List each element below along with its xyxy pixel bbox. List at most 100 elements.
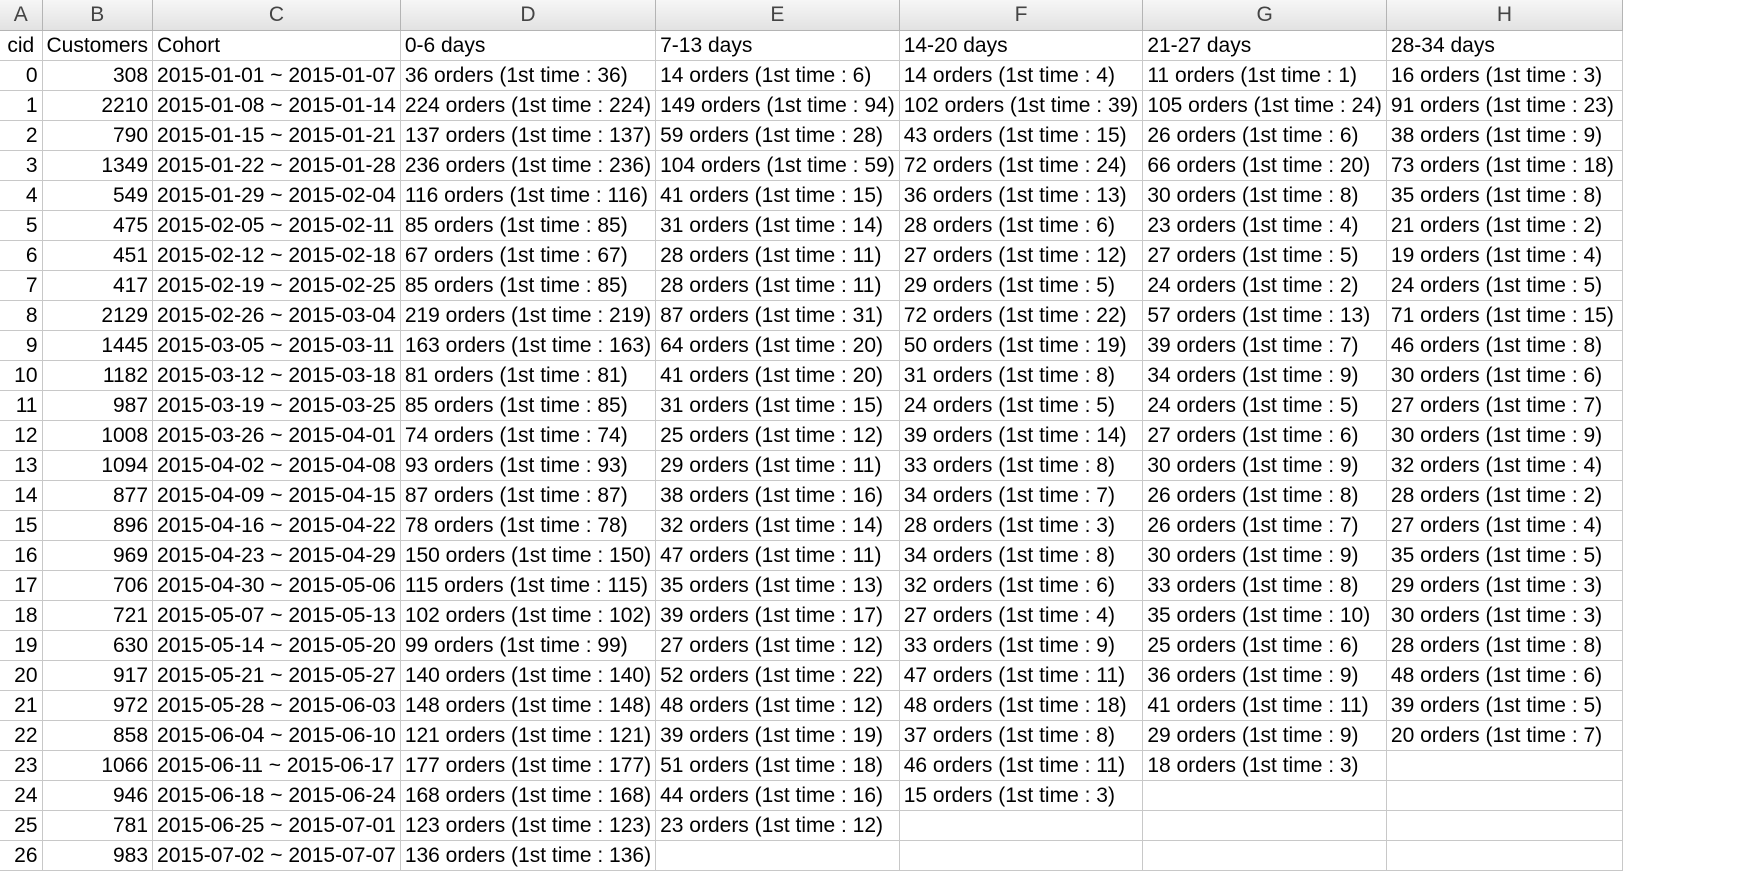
cell-d14-20[interactable] xyxy=(899,840,1144,871)
cell-cohort[interactable]: 2015-04-30 ~ 2015-05-06 xyxy=(152,570,401,601)
cell-d7-13[interactable]: 44 orders (1st time : 16) xyxy=(655,780,900,811)
cell-customers[interactable]: 451 xyxy=(42,240,154,271)
cell-d0-6[interactable]: 116 orders (1st time : 116) xyxy=(400,180,657,211)
cell-cohort[interactable]: 2015-03-26 ~ 2015-04-01 xyxy=(152,420,401,451)
cell-customers[interactable]: 475 xyxy=(42,210,154,241)
cell-d28-34[interactable]: 39 orders (1st time : 5) xyxy=(1386,690,1623,721)
cell-cohort[interactable]: 2015-01-01 ~ 2015-01-07 xyxy=(152,60,401,91)
cell-d21-27[interactable]: 18 orders (1st time : 3) xyxy=(1142,750,1387,781)
cell-d0-6[interactable]: 224 orders (1st time : 224) xyxy=(400,90,657,121)
cell-customers[interactable]: 972 xyxy=(42,690,154,721)
cell-cohort[interactable]: 2015-04-02 ~ 2015-04-08 xyxy=(152,450,401,481)
cell-d7-13[interactable]: 32 orders (1st time : 14) xyxy=(655,510,900,541)
header-cell-cohort[interactable]: Cohort xyxy=(152,30,401,61)
cell-d14-20[interactable]: 43 orders (1st time : 15) xyxy=(899,120,1144,151)
cell-d28-34[interactable]: 24 orders (1st time : 5) xyxy=(1386,270,1623,301)
cell-customers[interactable]: 1094 xyxy=(42,450,154,481)
cell-d21-27[interactable]: 34 orders (1st time : 9) xyxy=(1142,360,1387,391)
cell-d28-34[interactable] xyxy=(1386,810,1623,841)
cell-customers[interactable]: 308 xyxy=(42,60,154,91)
column-header-e[interactable]: E xyxy=(655,0,900,31)
cell-d0-6[interactable]: 140 orders (1st time : 140) xyxy=(400,660,657,691)
cell-d7-13[interactable]: 52 orders (1st time : 22) xyxy=(655,660,900,691)
cell-d0-6[interactable]: 115 orders (1st time : 115) xyxy=(400,570,657,601)
cell-d14-20[interactable]: 28 orders (1st time : 3) xyxy=(899,510,1144,541)
cell-d0-6[interactable]: 163 orders (1st time : 163) xyxy=(400,330,657,361)
cell-d14-20[interactable]: 48 orders (1st time : 18) xyxy=(899,690,1144,721)
cell-d14-20[interactable]: 14 orders (1st time : 4) xyxy=(899,60,1144,91)
header-cell-7-13-days[interactable]: 7-13 days xyxy=(655,30,900,61)
cell-d0-6[interactable]: 148 orders (1st time : 148) xyxy=(400,690,657,721)
cell-customers[interactable]: 858 xyxy=(42,720,154,751)
cell-d21-27[interactable]: 57 orders (1st time : 13) xyxy=(1142,300,1387,331)
cell-customers[interactable]: 1066 xyxy=(42,750,154,781)
cell-d0-6[interactable]: 123 orders (1st time : 123) xyxy=(400,810,657,841)
cell-d14-20[interactable]: 32 orders (1st time : 6) xyxy=(899,570,1144,601)
cell-d0-6[interactable]: 67 orders (1st time : 67) xyxy=(400,240,657,271)
cell-d21-27[interactable]: 41 orders (1st time : 11) xyxy=(1142,690,1387,721)
cell-customers[interactable]: 1182 xyxy=(42,360,154,391)
cell-d7-13[interactable]: 47 orders (1st time : 11) xyxy=(655,540,900,571)
cell-cohort[interactable]: 2015-02-26 ~ 2015-03-04 xyxy=(152,300,401,331)
cell-d14-20[interactable]: 27 orders (1st time : 12) xyxy=(899,240,1144,271)
cell-cid[interactable]: 6 xyxy=(0,240,43,271)
cell-d28-34[interactable]: 32 orders (1st time : 4) xyxy=(1386,450,1623,481)
cell-cohort[interactable]: 2015-02-19 ~ 2015-02-25 xyxy=(152,270,401,301)
cell-d28-34[interactable]: 19 orders (1st time : 4) xyxy=(1386,240,1623,271)
column-header-d[interactable]: D xyxy=(400,0,657,31)
cell-d21-27[interactable]: 35 orders (1st time : 10) xyxy=(1142,600,1387,631)
cell-d7-13[interactable]: 48 orders (1st time : 12) xyxy=(655,690,900,721)
cell-d14-20[interactable]: 15 orders (1st time : 3) xyxy=(899,780,1144,811)
header-cell-14-20-days[interactable]: 14-20 days xyxy=(899,30,1144,61)
cell-d7-13[interactable] xyxy=(655,840,900,871)
cell-d21-27[interactable]: 23 orders (1st time : 4) xyxy=(1142,210,1387,241)
cell-d14-20[interactable]: 39 orders (1st time : 14) xyxy=(899,420,1144,451)
cell-d28-34[interactable]: 73 orders (1st time : 18) xyxy=(1386,150,1623,181)
cell-d0-6[interactable]: 121 orders (1st time : 121) xyxy=(400,720,657,751)
cell-cohort[interactable]: 2015-06-04 ~ 2015-06-10 xyxy=(152,720,401,751)
cell-cohort[interactable]: 2015-02-12 ~ 2015-02-18 xyxy=(152,240,401,271)
cell-cohort[interactable]: 2015-02-05 ~ 2015-02-11 xyxy=(152,210,401,241)
cell-d28-34[interactable]: 35 orders (1st time : 5) xyxy=(1386,540,1623,571)
cell-d28-34[interactable]: 29 orders (1st time : 3) xyxy=(1386,570,1623,601)
cell-cohort[interactable]: 2015-06-11 ~ 2015-06-17 xyxy=(152,750,401,781)
cell-d28-34[interactable]: 48 orders (1st time : 6) xyxy=(1386,660,1623,691)
cell-d28-34[interactable]: 27 orders (1st time : 7) xyxy=(1386,390,1623,421)
cell-cohort[interactable]: 2015-01-15 ~ 2015-01-21 xyxy=(152,120,401,151)
cell-d21-27[interactable]: 66 orders (1st time : 20) xyxy=(1142,150,1387,181)
header-cell-0-6-days[interactable]: 0-6 days xyxy=(400,30,657,61)
cell-d21-27[interactable]: 30 orders (1st time : 8) xyxy=(1142,180,1387,211)
cell-d7-13[interactable]: 104 orders (1st time : 59) xyxy=(655,150,900,181)
cell-cid[interactable]: 1 xyxy=(0,90,43,121)
cell-customers[interactable]: 1445 xyxy=(42,330,154,361)
cell-d28-34[interactable]: 21 orders (1st time : 2) xyxy=(1386,210,1623,241)
header-cell-cid[interactable]: cid xyxy=(0,30,43,61)
cell-d7-13[interactable]: 27 orders (1st time : 12) xyxy=(655,630,900,661)
cell-cid[interactable]: 22 xyxy=(0,720,43,751)
cell-d21-27[interactable] xyxy=(1142,840,1387,871)
cell-d14-20[interactable] xyxy=(899,810,1144,841)
cell-cid[interactable]: 3 xyxy=(0,150,43,181)
cell-d0-6[interactable]: 74 orders (1st time : 74) xyxy=(400,420,657,451)
cell-d7-13[interactable]: 23 orders (1st time : 12) xyxy=(655,810,900,841)
cell-d14-20[interactable]: 28 orders (1st time : 6) xyxy=(899,210,1144,241)
cell-d21-27[interactable]: 30 orders (1st time : 9) xyxy=(1142,450,1387,481)
cell-d0-6[interactable]: 236 orders (1st time : 236) xyxy=(400,150,657,181)
cell-d21-27[interactable] xyxy=(1142,780,1387,811)
cell-d21-27[interactable]: 39 orders (1st time : 7) xyxy=(1142,330,1387,361)
cell-cohort[interactable]: 2015-07-02 ~ 2015-07-07 xyxy=(152,840,401,871)
cell-customers[interactable]: 2129 xyxy=(42,300,154,331)
cell-d14-20[interactable]: 72 orders (1st time : 22) xyxy=(899,300,1144,331)
cell-cohort[interactable]: 2015-01-22 ~ 2015-01-28 xyxy=(152,150,401,181)
cell-d0-6[interactable]: 85 orders (1st time : 85) xyxy=(400,390,657,421)
cell-customers[interactable]: 1008 xyxy=(42,420,154,451)
header-cell-28-34-days[interactable]: 28-34 days xyxy=(1386,30,1623,61)
column-header-g[interactable]: G xyxy=(1142,0,1387,31)
cell-customers[interactable]: 917 xyxy=(42,660,154,691)
cell-d0-6[interactable]: 177 orders (1st time : 177) xyxy=(400,750,657,781)
cell-d28-34[interactable] xyxy=(1386,840,1623,871)
header-cell-customers[interactable]: Customers xyxy=(42,30,154,61)
cell-d14-20[interactable]: 37 orders (1st time : 8) xyxy=(899,720,1144,751)
cell-cohort[interactable]: 2015-04-16 ~ 2015-04-22 xyxy=(152,510,401,541)
cell-d7-13[interactable]: 41 orders (1st time : 15) xyxy=(655,180,900,211)
